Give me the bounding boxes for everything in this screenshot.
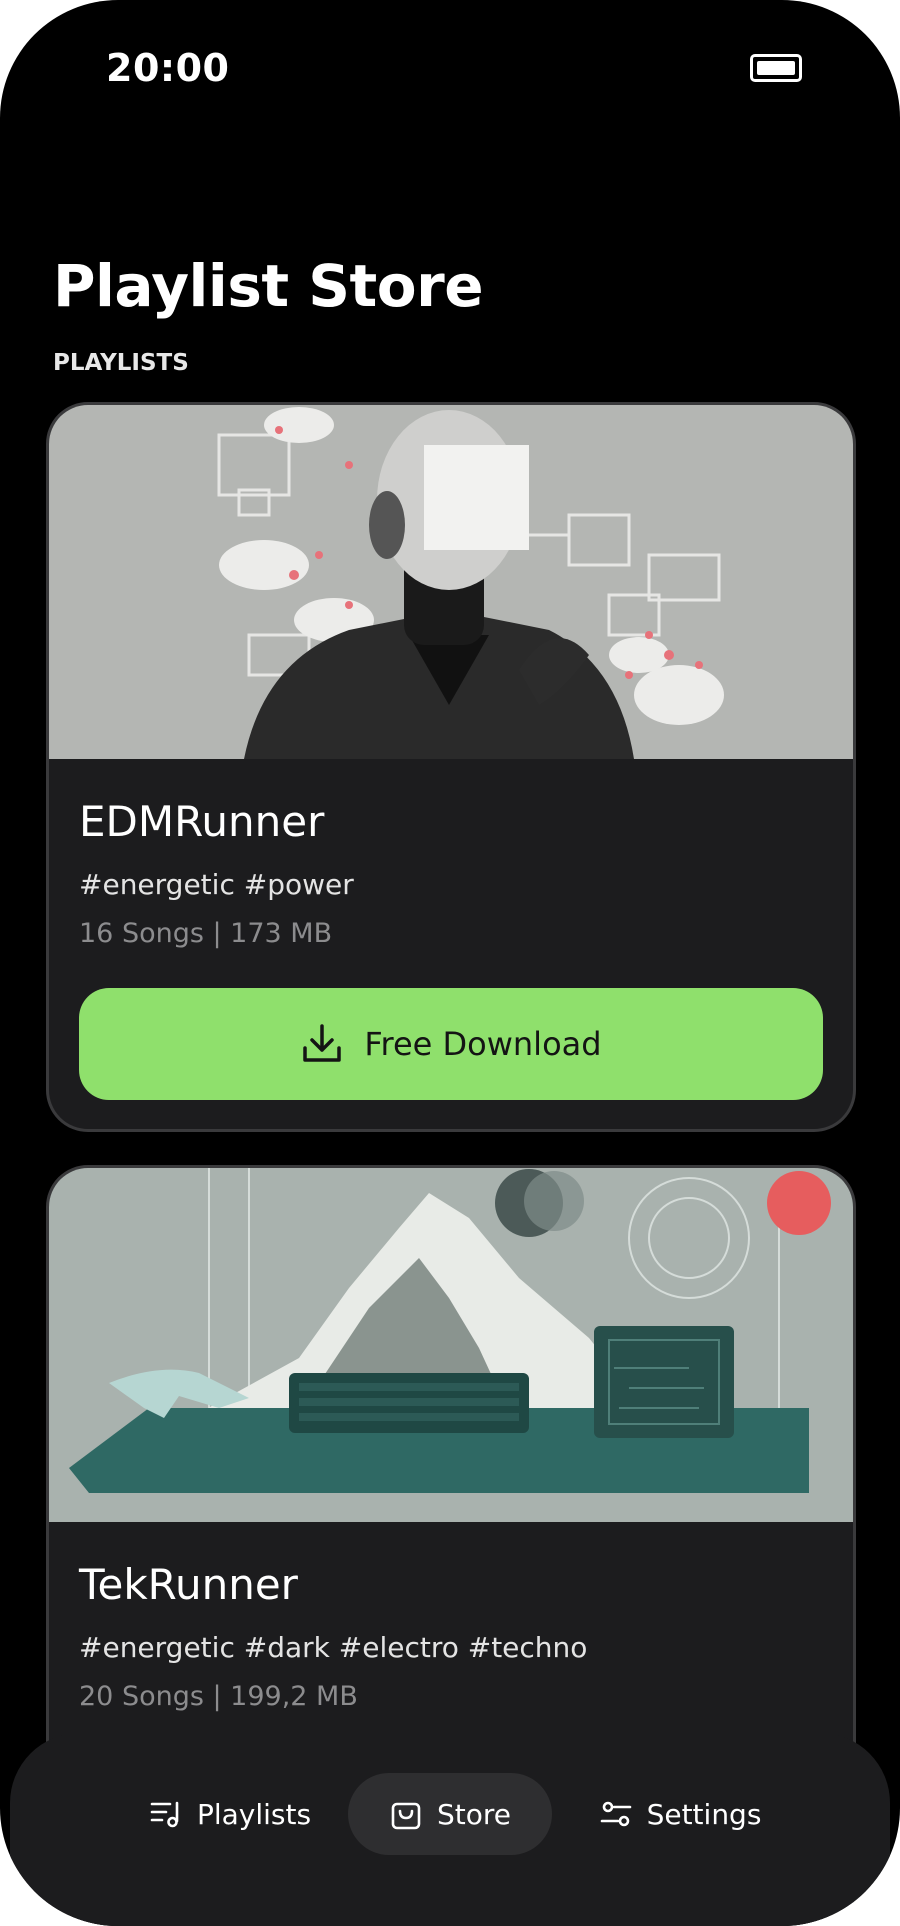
- playlist-name: EDMRunner: [79, 797, 325, 846]
- playlist-card-edmrunner[interactable]: EDMRunner #energetic #power 16 Songs | 1…: [46, 402, 856, 1132]
- tab-label: Store: [436, 1797, 511, 1831]
- playlist-name: TekRunner: [79, 1560, 298, 1609]
- page-title: Playlist Store: [53, 252, 484, 320]
- free-download-label: Free Download: [364, 1025, 602, 1063]
- tab-store[interactable]: Store: [348, 1773, 552, 1855]
- sliders-icon: [600, 1801, 631, 1827]
- bottom-tab-bar: Playlists Store Settings: [10, 1733, 890, 1926]
- tab-settings[interactable]: Settings: [580, 1773, 780, 1855]
- playlist-meta: 20 Songs | 199,2 MB: [79, 1681, 358, 1712]
- section-label: PLAYLISTS: [53, 350, 189, 376]
- tab-label: Playlists: [196, 1797, 312, 1831]
- playlist-tags: #energetic #dark #electro #techno: [79, 1631, 588, 1664]
- playlist-cover-image: [49, 405, 853, 759]
- tab-playlists[interactable]: Playlists: [130, 1773, 330, 1855]
- tab-label: Settings: [646, 1797, 762, 1831]
- playlist-icon: [150, 1801, 179, 1828]
- download-icon: [303, 1024, 342, 1062]
- playlist-cover-image: [49, 1168, 853, 1522]
- playlist-meta: 16 Songs | 173 MB: [79, 918, 333, 949]
- phone-screen: 20:00 Playlist Store PLAYLISTS EDMRunner…: [0, 0, 900, 1926]
- playlist-tags: #energetic #power: [79, 868, 354, 901]
- battery-icon: [750, 54, 802, 82]
- free-download-button[interactable]: Free Download: [79, 988, 823, 1100]
- status-time: 20:00: [106, 46, 230, 90]
- shopping-bag-icon: [391, 1802, 421, 1830]
